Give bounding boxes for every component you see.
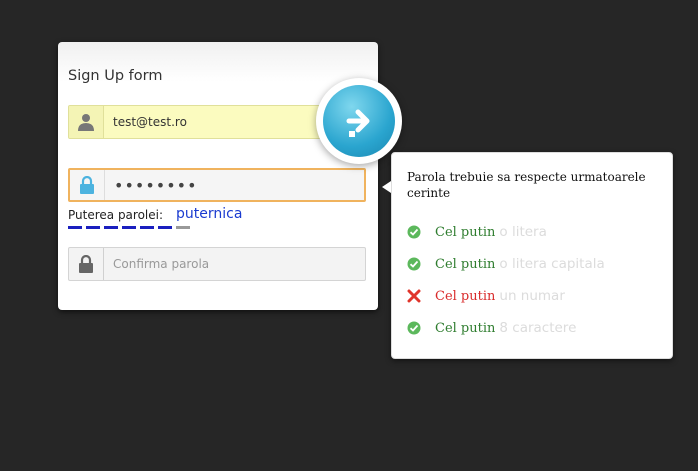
- arrow-right-icon: [323, 85, 395, 157]
- requirement-text: un numar: [499, 288, 565, 304]
- requirement-prefix: Cel putin: [435, 320, 496, 336]
- requirement-item: Cel putin un numar: [407, 287, 565, 305]
- check-circle-icon: [407, 321, 421, 335]
- password-value: ••••••••: [114, 175, 198, 195]
- requirement-prefix: Cel putin: [435, 288, 496, 304]
- requirement-text: o litera: [499, 224, 547, 240]
- strength-bar: [68, 226, 82, 229]
- requirement-prefix: Cel putin: [435, 224, 496, 240]
- strength-meter: [68, 226, 190, 229]
- lock-icon: [70, 170, 105, 200]
- strength-bar: [86, 226, 100, 229]
- check-circle-icon: [407, 257, 421, 271]
- signup-card: Sign Up form test@test.ro •••••••• Puter…: [58, 42, 378, 310]
- submit-button[interactable]: [316, 78, 402, 164]
- strength-label: Puterea parolei:: [68, 208, 164, 222]
- confirm-placeholder: Confirma parola: [113, 257, 210, 271]
- confirm-password-field[interactable]: Confirma parola: [68, 247, 366, 281]
- strength-bar: [158, 226, 172, 229]
- password-field[interactable]: ••••••••: [68, 168, 366, 202]
- requirement-text: o litera capitala: [499, 256, 605, 272]
- requirement-prefix: Cel putin: [435, 256, 496, 272]
- form-title: Sign Up form: [68, 68, 163, 84]
- password-requirements-tooltip: Parola trebuie sa respecte urmatoarele c…: [382, 152, 673, 359]
- strength-bar: [122, 226, 136, 229]
- requirement-item: Cel putin o litera capitala: [407, 255, 605, 273]
- strength-bar: [140, 226, 154, 229]
- strength-bar: [104, 226, 118, 229]
- strength-bar-empty: [176, 226, 190, 229]
- email-value: test@test.ro: [113, 115, 187, 129]
- check-circle-icon: [407, 225, 421, 239]
- lock-icon: [69, 248, 104, 280]
- tooltip-title: Parola trebuie sa respecte urmatoarele c…: [407, 170, 646, 200]
- requirement-item: Cel putin o litera: [407, 223, 547, 241]
- requirement-text: 8 caractere: [499, 320, 577, 336]
- strength-value: puternica: [176, 206, 243, 222]
- requirement-item: Cel putin 8 caractere: [407, 319, 576, 337]
- x-icon: [407, 289, 421, 303]
- user-icon: [69, 106, 104, 138]
